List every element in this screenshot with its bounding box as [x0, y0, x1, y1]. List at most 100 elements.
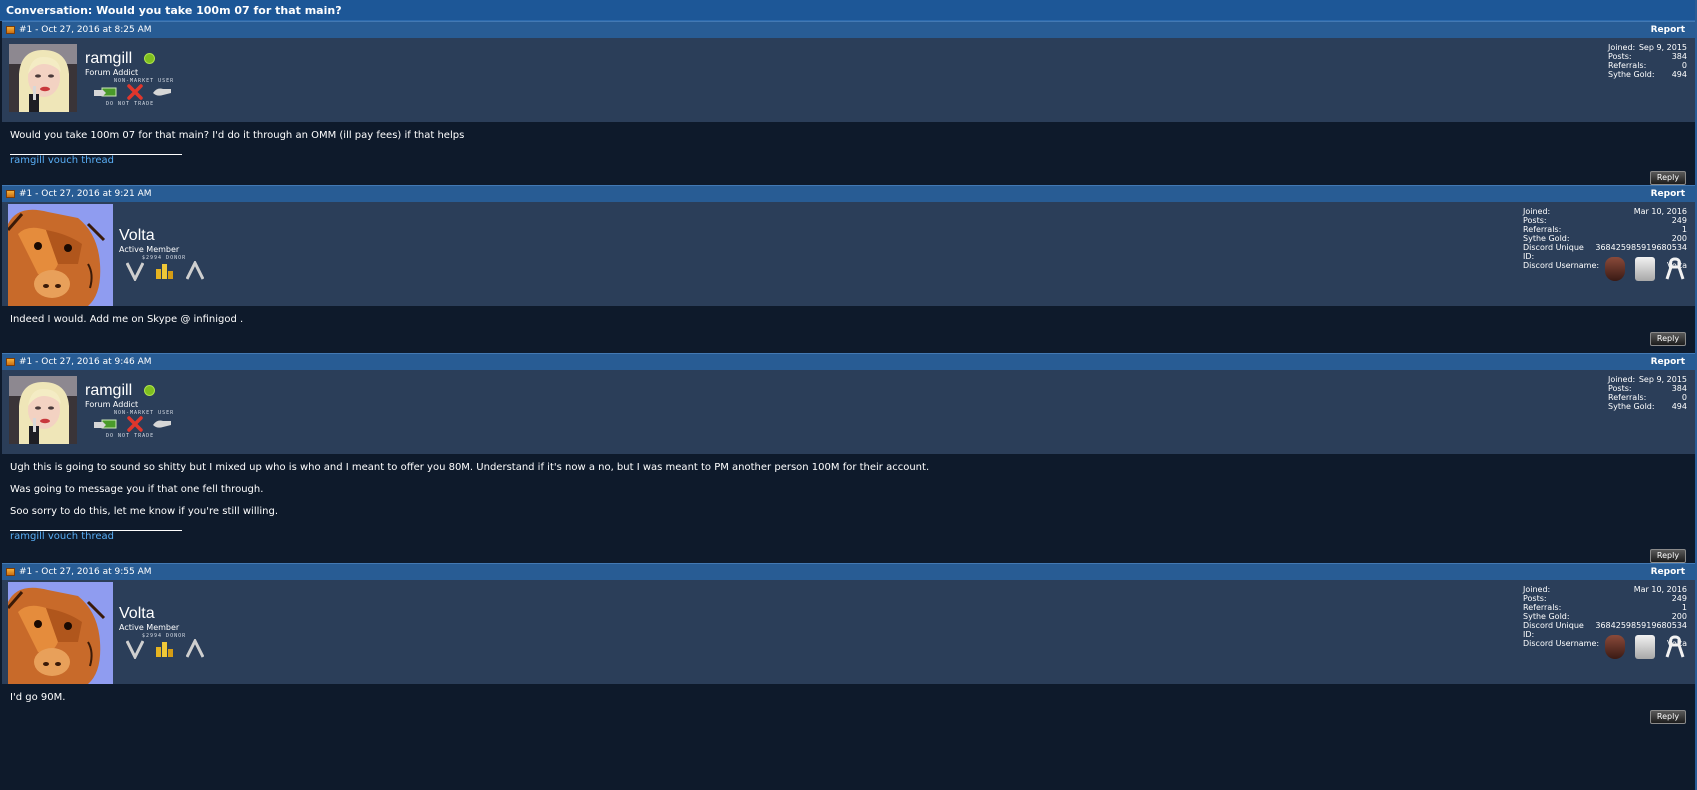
stat-gold: 494: [1671, 402, 1687, 411]
stat-label: Posts:: [1608, 52, 1632, 61]
a-rank-icon: [186, 639, 204, 658]
hand-cash-icon: [94, 87, 117, 97]
message-text: Ugh this is going to sound so shitty but…: [10, 462, 930, 473]
stat-gold: 494: [1671, 70, 1687, 79]
user-info-bar: ramgill Forum Addict NON-MARKET USER DO …: [2, 38, 1697, 122]
v-rank-icon: [126, 640, 144, 659]
gold-coins-icon: [156, 264, 173, 279]
stat-label: Posts:: [1523, 594, 1547, 603]
post-date: #1 - Oct 27, 2016 at 9:46 AM: [19, 357, 152, 367]
post-body: Ugh this is going to sound so shitty but…: [2, 454, 1697, 570]
user-info-bar: Volta Active Member $2994 DONOR Joined: M…: [2, 580, 1697, 684]
user-badges: [126, 639, 204, 659]
stat-referrals: 0: [1681, 393, 1687, 402]
avatar[interactable]: [8, 204, 113, 306]
badge-caption-bottom: DO NOT TRADE: [106, 101, 155, 107]
stat-posts: 384: [1671, 384, 1687, 393]
stat-label: Sythe Gold:: [1523, 612, 1570, 621]
gold-coins-icon: [156, 642, 173, 657]
post-4: #1 - Oct 27, 2016 at 9:55 AM Report Volt…: [2, 563, 1697, 790]
stat-label: Referrals:: [1608, 61, 1647, 70]
user-badges: [93, 84, 173, 100]
red-x-icon: [127, 416, 143, 432]
ribbon-badge-icon: [1665, 257, 1685, 281]
message-text: I'd go 90M.: [10, 692, 66, 703]
post-body: I'd go 90M. Reply: [2, 684, 1697, 790]
stat-joined: Mar 10, 2016: [1633, 585, 1687, 594]
reply-button[interactable]: Reply: [1650, 171, 1686, 185]
post-body: Would you take 100m 07 for that main? I'…: [2, 122, 1697, 192]
post-body: Indeed I would. Add me on Skype @ infini…: [2, 306, 1697, 353]
user-stats: Joined: Sep 9, 2015 Posts: 384 Referrals: 0…: [1608, 375, 1687, 411]
stat-label: Referrals:: [1523, 225, 1562, 234]
stat-label: Joined:: [1523, 207, 1551, 216]
portrait-badge-icon: [1635, 635, 1655, 659]
post-icon: [6, 568, 15, 576]
online-status-icon: [144, 53, 155, 64]
online-status-icon: [144, 385, 155, 396]
user-title: Active Member: [119, 623, 180, 632]
post-header: #1 - Oct 27, 2016 at 9:55 AM Report: [2, 563, 1697, 580]
user-stats: Joined: Sep 9, 2015 Posts: 384 Referrals: 0…: [1608, 43, 1687, 79]
mask-badge-icon: [1605, 257, 1625, 281]
stat-label: Joined:: [1608, 43, 1636, 52]
stat-posts: 384: [1671, 52, 1687, 61]
avatar[interactable]: [8, 582, 113, 684]
mask-badge-icon: [1605, 635, 1625, 659]
red-x-icon: [127, 84, 143, 100]
stat-label: Referrals:: [1608, 393, 1647, 402]
stat-badges: [1605, 257, 1685, 281]
username[interactable]: ramgill: [85, 50, 132, 68]
username[interactable]: Volta: [119, 227, 155, 245]
stat-referrals: 1: [1681, 603, 1687, 612]
message-text: Would you take 100m 07 for that main? I'…: [10, 130, 465, 141]
stat-label: Discord Unique ID:: [1523, 621, 1584, 639]
message-text: Was going to message you if that one fel…: [10, 484, 264, 495]
stat-gold: 200: [1671, 612, 1687, 621]
stat-label: Discord Unique ID:: [1523, 243, 1584, 261]
hand-icon: [153, 88, 171, 96]
report-link[interactable]: Report: [1651, 25, 1685, 35]
signature-link[interactable]: ramgill vouch thread: [10, 531, 114, 542]
avatar[interactable]: [9, 44, 77, 112]
post-header: #1 - Oct 27, 2016 at 8:25 AM Report: [2, 21, 1697, 38]
user-badges: [93, 416, 173, 432]
ribbon-badge-icon: [1665, 635, 1685, 659]
stat-label: Joined:: [1608, 375, 1636, 384]
post-header: #1 - Oct 27, 2016 at 9:46 AM Report: [2, 353, 1697, 370]
post-icon: [6, 190, 15, 198]
username[interactable]: Volta: [119, 605, 155, 623]
report-link[interactable]: Report: [1651, 357, 1685, 367]
avatar[interactable]: [9, 376, 77, 444]
stat-label: Discord Username:: [1523, 639, 1600, 648]
stat-label: Posts:: [1608, 384, 1632, 393]
a-rank-icon: [186, 261, 204, 280]
stat-posts: 249: [1671, 594, 1687, 603]
post-1: #1 - Oct 27, 2016 at 8:25 AM Report ramg…: [2, 21, 1697, 192]
user-title: Active Member: [119, 245, 180, 254]
stat-label: Joined:: [1523, 585, 1551, 594]
hand-cash-icon: [94, 419, 117, 429]
conversation-title: Conversation: Would you take 100m 07 for…: [0, 0, 1697, 21]
user-info-bar: Volta Active Member $2994 DONOR Joined: M…: [2, 202, 1697, 306]
reply-button[interactable]: Reply: [1650, 549, 1686, 563]
username[interactable]: ramgill: [85, 382, 132, 400]
user-title: Forum Addict: [85, 400, 139, 409]
reply-button[interactable]: Reply: [1650, 332, 1686, 346]
post-2: #1 - Oct 27, 2016 at 9:21 AM Report Volt…: [2, 185, 1697, 353]
stat-label: Posts:: [1523, 216, 1547, 225]
report-link[interactable]: Report: [1651, 189, 1685, 199]
stat-label: Referrals:: [1523, 603, 1562, 612]
reply-button[interactable]: Reply: [1650, 710, 1686, 724]
post-date: #1 - Oct 27, 2016 at 9:55 AM: [19, 567, 152, 577]
report-link[interactable]: Report: [1651, 567, 1685, 577]
stat-joined: Mar 10, 2016: [1633, 207, 1687, 216]
stat-referrals: 1: [1681, 225, 1687, 234]
stat-gold: 200: [1671, 234, 1687, 243]
post-3: #1 - Oct 27, 2016 at 9:46 AM Report ramg…: [2, 353, 1697, 570]
signature-link[interactable]: ramgill vouch thread: [10, 155, 114, 166]
message-text: Indeed I would. Add me on Skype @ infini…: [10, 314, 244, 325]
user-title: Forum Addict: [85, 68, 139, 77]
stat-label: Discord Username:: [1523, 261, 1600, 270]
stat-referrals: 0: [1681, 61, 1687, 70]
